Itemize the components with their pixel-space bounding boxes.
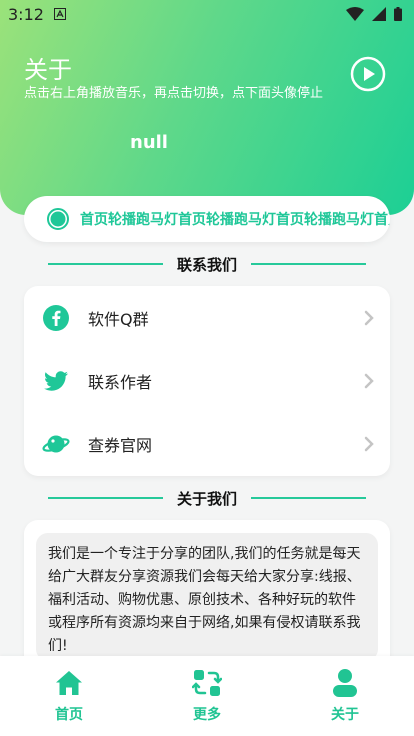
status-bar: 3:12 (0, 0, 414, 28)
home-icon (56, 671, 82, 695)
twitter-icon (44, 370, 68, 391)
status-time: 3:12 (8, 4, 44, 24)
marquee-text: 首页轮播跑马灯首页轮播跑马灯首页轮播跑马灯首页轮播跑马灯 (80, 212, 390, 228)
nav-label: 首页 (55, 707, 83, 723)
contact-item-label: 查券官网 (88, 435, 153, 455)
contact-item-author[interactable]: 联系作者 (24, 349, 390, 412)
page-title: 关于 (24, 56, 72, 84)
switch-icon (192, 670, 222, 696)
contact-item-qq-group[interactable]: 软件Q群 (24, 286, 390, 349)
chevron-right-icon (364, 436, 374, 452)
notification-icon (53, 8, 66, 20)
user-icon (333, 669, 357, 697)
header-subtitle: 点击右上角播放音乐，再点击切换，点下面头像停止 (24, 86, 324, 101)
facebook-icon (43, 304, 69, 331)
divider-line (251, 263, 366, 265)
nav-label: 关于 (331, 707, 359, 723)
contact-item-label: 联系作者 (88, 372, 153, 392)
contact-item-label: 软件Q群 (88, 309, 149, 329)
marquee-banner[interactable]: 首页轮播跑马灯首页轮播跑马灯首页轮播跑马灯首页轮播跑马灯 (24, 196, 390, 242)
marquee-dot-icon (47, 208, 69, 230)
divider-line (251, 497, 366, 499)
play-music-icon[interactable] (350, 56, 386, 92)
user-name[interactable]: null (130, 132, 168, 153)
signal-icon (372, 7, 386, 21)
header-banner: 关于 点击右上角播放音乐，再点击切换，点下面头像停止 null (0, 0, 414, 215)
contact-title-text: 联系我们 (176, 255, 237, 274)
nav-item-home[interactable]: 首页 (9, 668, 129, 724)
nav-item-about[interactable]: 关于 (285, 668, 405, 724)
nav-item-more[interactable]: 更多 (147, 668, 267, 724)
nav-label: 更多 (193, 707, 221, 723)
contact-card: 软件Q群 联系作者 查券官网 (24, 286, 390, 476)
contact-item-website[interactable]: 查券官网 (24, 412, 390, 475)
divider-line (47, 497, 163, 499)
planet-icon (42, 435, 70, 452)
contact-section-title: 联系我们 (0, 252, 414, 276)
bottom-navigation: 首页 更多 关于 (0, 656, 414, 736)
wifi-icon (346, 7, 364, 21)
divider-line (47, 263, 163, 265)
battery-icon (394, 7, 402, 21)
about-text: 我们是一个专注于分享的团队,我们的任务就是每天给广大群友分享资源我们会每天给大家… (36, 533, 378, 661)
chevron-right-icon (364, 310, 374, 326)
about-section-title: 关于我们 (0, 486, 414, 510)
chevron-right-icon (364, 373, 374, 389)
about-title-text: 关于我们 (176, 489, 237, 508)
